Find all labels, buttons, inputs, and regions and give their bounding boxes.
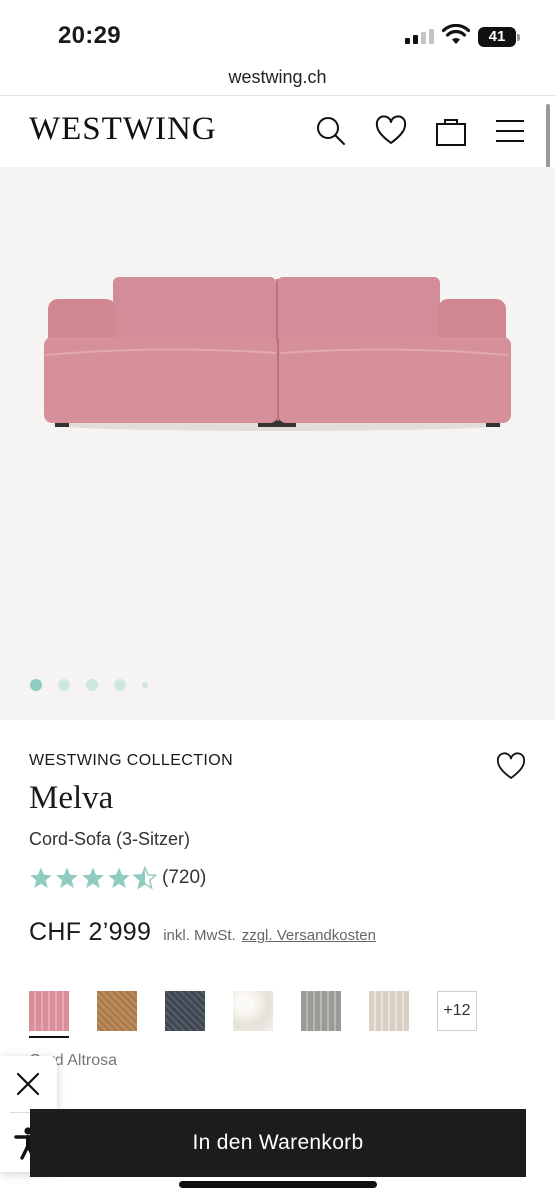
gallery-pagination[interactable]: [30, 679, 148, 691]
wishlist-heart-icon[interactable]: [496, 752, 526, 780]
price-row: CHF 2’999 inkl. MwSt. zzgl. Versandkoste…: [29, 918, 376, 947]
swatch-grey-cord[interactable]: [301, 991, 341, 1031]
star-icon: [82, 867, 104, 888]
product-image-gallery[interactable]: [0, 167, 555, 720]
swatch-altrosa[interactable]: [29, 991, 69, 1038]
status-bar: 20:29 41: [0, 0, 555, 62]
product-name: Melva: [29, 780, 114, 816]
close-icon[interactable]: [13, 1069, 43, 1099]
site-header: WESTWING: [0, 97, 555, 167]
swatch-cognac[interactable]: [97, 991, 137, 1031]
shipping-costs-link[interactable]: zzgl. Versandkosten: [242, 927, 376, 944]
product-price: CHF 2’999: [29, 918, 152, 946]
review-count[interactable]: (720): [162, 867, 206, 889]
product-rating[interactable]: (720): [29, 866, 206, 890]
rating-stars: [29, 866, 157, 890]
search-icon[interactable]: [315, 115, 347, 147]
swatch-cream-boucle[interactable]: [233, 991, 273, 1031]
url-bar[interactable]: westwing.ch: [0, 62, 555, 96]
swatch-anthracite[interactable]: [165, 991, 205, 1031]
star-icon: [30, 867, 52, 888]
shopping-bag-icon[interactable]: [435, 115, 467, 147]
star-icon: [108, 867, 130, 888]
product-brand[interactable]: WESTWING COLLECTION: [29, 752, 233, 770]
wifi-icon: [442, 24, 470, 44]
more-colors-button[interactable]: +12: [437, 991, 477, 1031]
status-time: 20:29: [58, 22, 121, 49]
pagination-dot[interactable]: [86, 679, 98, 691]
logo[interactable]: WESTWING: [29, 111, 217, 148]
swatch-beige-cord[interactable]: [369, 991, 409, 1031]
signal-icon: [405, 28, 434, 44]
heart-icon[interactable]: [375, 115, 407, 147]
star-half-icon: [133, 866, 157, 890]
pagination-dot[interactable]: [58, 679, 70, 691]
battery-icon: 41: [478, 27, 520, 47]
product-subtitle: Cord-Sofa (3-Sitzer): [29, 829, 191, 849]
color-swatches: +12: [29, 991, 477, 1038]
sofa-image: [44, 277, 511, 431]
menu-icon[interactable]: [494, 115, 526, 147]
pagination-dot[interactable]: [142, 682, 148, 688]
star-icon: [56, 867, 78, 888]
vat-note: inkl. MwSt.: [163, 927, 236, 944]
pagination-dot[interactable]: [30, 679, 42, 691]
add-to-cart-button[interactable]: In den Warenkorb: [30, 1109, 526, 1177]
pagination-dot[interactable]: [114, 679, 126, 691]
home-indicator[interactable]: [179, 1181, 377, 1188]
